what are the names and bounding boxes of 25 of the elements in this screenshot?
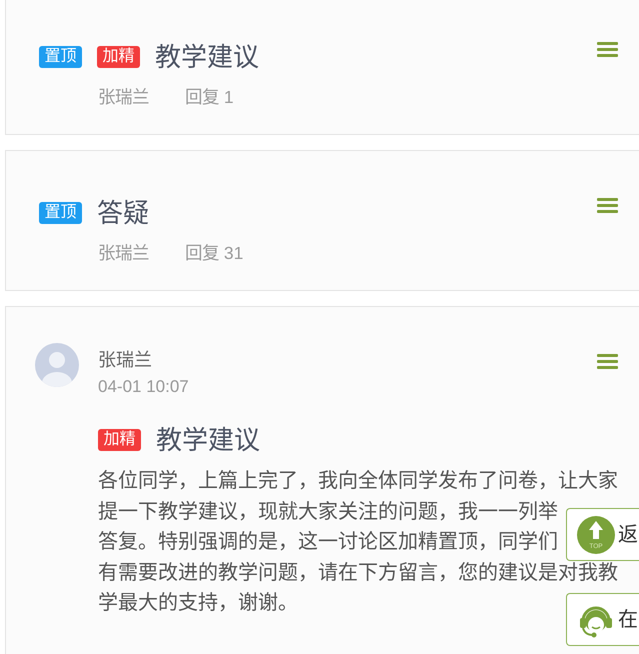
author-name: 张瑞兰 xyxy=(98,349,153,372)
post-title: 教学建议 xyxy=(156,424,260,457)
reply-count: 回复 31 xyxy=(185,242,244,265)
topic-card[interactable]: 置顶 答疑 张瑞兰 回复 31 xyxy=(5,150,639,291)
topic-title[interactable]: 答疑 xyxy=(97,196,149,230)
menu-icon[interactable] xyxy=(597,354,618,369)
author-name: 张瑞兰 xyxy=(98,86,149,109)
post-text-line: 答复。特别强调的是，这一讨论区加精置顶，同学们 xyxy=(98,531,558,553)
menu-icon[interactable] xyxy=(597,42,618,57)
topic-title[interactable]: 教学建议 xyxy=(155,40,259,74)
author-name: 张瑞兰 xyxy=(98,242,149,265)
post-text-line: 提一下教学建议，现就大家关注的问题，我一一列举 xyxy=(98,500,558,522)
customer-service-button[interactable]: 在 xyxy=(566,593,639,646)
reply-count: 回复 1 xyxy=(185,86,234,109)
tag-label: 加精 xyxy=(97,46,140,68)
avatar-icon xyxy=(35,343,79,387)
tag-label: 置顶 xyxy=(39,46,82,68)
tag-label: 置顶 xyxy=(39,202,82,224)
post-text-line: 有需要改进的教学问题，请在下方留言，您的建议是对我教 xyxy=(98,562,618,584)
topic-card[interactable]: 置顶 加精 教学建议 张瑞兰 回复 1 xyxy=(5,0,639,135)
post-text-line: 学最大的支持，谢谢。 xyxy=(98,592,298,614)
menu-icon[interactable] xyxy=(597,198,618,213)
post-time: 04-01 10:07 xyxy=(98,376,189,398)
post-text-line: 各位同学，上篇上完了，我向全体同学发布了问卷，让大家 xyxy=(98,470,618,492)
tag-label: 加精 xyxy=(98,429,141,451)
